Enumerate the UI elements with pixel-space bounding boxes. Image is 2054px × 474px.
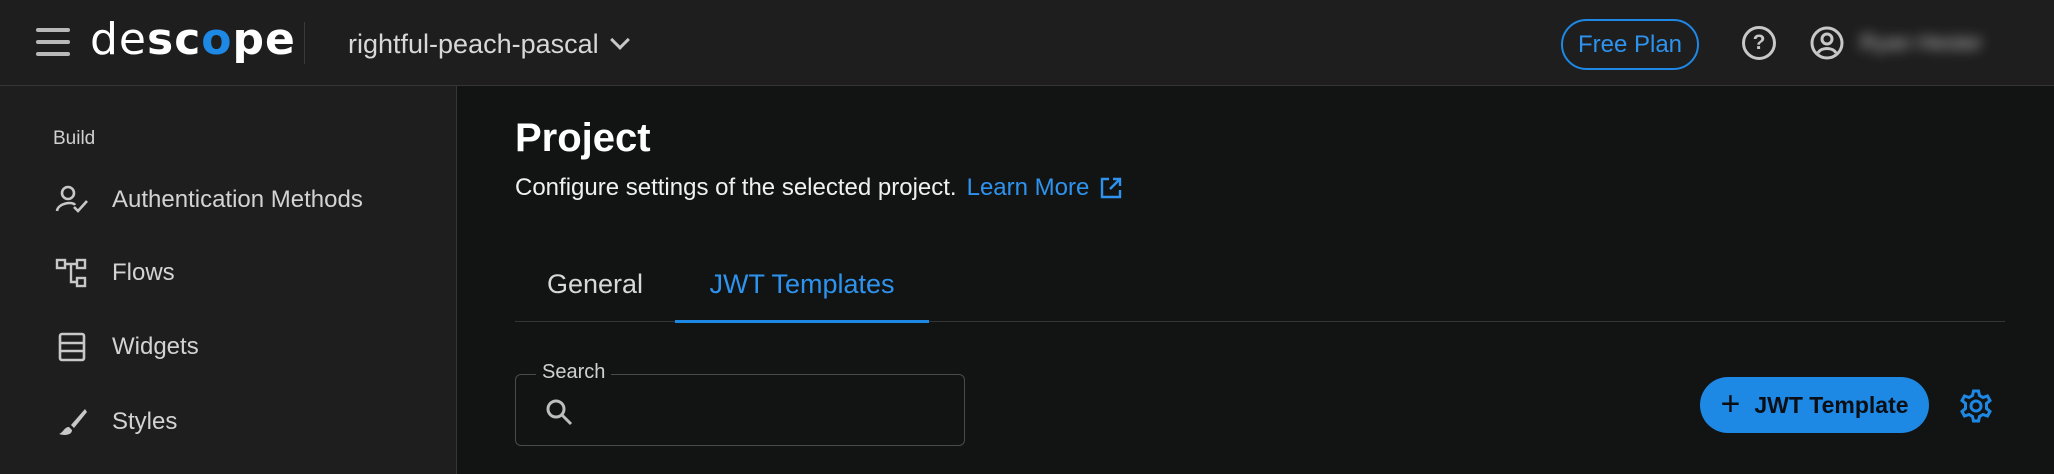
top-bar: descope rightful-peach-pascal Free Plan …	[0, 0, 2054, 86]
tab-label: JWT Templates	[709, 268, 895, 299]
sidebar-item-label: Flows	[112, 259, 175, 286]
logo-text-part: pe	[232, 14, 296, 65]
brush-icon	[52, 402, 92, 442]
chevron-down-icon	[609, 30, 630, 50]
header-divider	[304, 22, 305, 64]
help-icon[interactable]: ?	[1742, 26, 1776, 60]
sidebar-item-widgets[interactable]: Widgets	[52, 319, 432, 375]
active-tab-indicator	[675, 320, 929, 323]
learn-more-label: Learn More	[966, 174, 1090, 201]
logo-text-part: de	[90, 14, 147, 65]
tab-label: General	[546, 268, 644, 299]
sidebar-item-flows[interactable]: Flows	[52, 245, 432, 301]
sidebar-item-label: Widgets	[112, 333, 199, 360]
account-icon[interactable]	[1810, 26, 1844, 60]
search-field[interactable]: Search	[515, 361, 965, 446]
logo-text-part: o	[201, 14, 233, 65]
tab-general[interactable]: General	[515, 246, 675, 322]
flow-icon	[52, 253, 92, 293]
plus-icon: +	[1720, 384, 1741, 423]
add-button-label: JWT Template	[1754, 391, 1909, 418]
tab-jwt-templates[interactable]: JWT Templates	[675, 246, 929, 323]
sidebar-item-authentication-methods[interactable]: Authentication Methods	[52, 172, 432, 228]
widgets-icon	[52, 327, 92, 367]
page-title: Project	[515, 116, 651, 160]
add-jwt-template-button[interactable]: + JWT Template	[1700, 377, 1929, 433]
search-input[interactable]	[588, 389, 948, 433]
descope-logo[interactable]: descope	[90, 14, 296, 65]
username[interactable]: Ryan Hester	[1860, 30, 1982, 56]
project-selector[interactable]: rightful-peach-pascal	[348, 24, 630, 64]
sidebar-item-label: Styles	[112, 408, 178, 435]
search-icon	[546, 399, 573, 426]
sidebar-section-label: Build	[53, 128, 96, 149]
user-check-icon	[52, 180, 92, 220]
free-plan-button[interactable]: Free Plan	[1561, 19, 1699, 70]
page-subtitle: Configure settings of the selected proje…	[515, 174, 957, 201]
sidebar-item-label: Authentication Methods	[112, 186, 363, 213]
logo-text-part: sc	[147, 14, 202, 65]
gear-icon[interactable]	[1958, 388, 1994, 424]
sidebar-item-styles[interactable]: Styles	[52, 394, 432, 450]
menu-icon[interactable]	[36, 28, 70, 56]
tab-bar: General JWT Templates	[515, 246, 2005, 323]
page-subtitle-row: Configure settings of the selected proje…	[515, 174, 1123, 202]
sidebar: Build Authentication Methods Flows Widge…	[0, 86, 457, 474]
learn-more-link[interactable]: Learn More	[967, 174, 1124, 202]
main-content: Project Configure settings of the select…	[458, 86, 2054, 474]
project-name: rightful-peach-pascal	[348, 28, 599, 59]
external-link-icon	[1101, 177, 1122, 199]
search-label: Search	[536, 361, 612, 384]
